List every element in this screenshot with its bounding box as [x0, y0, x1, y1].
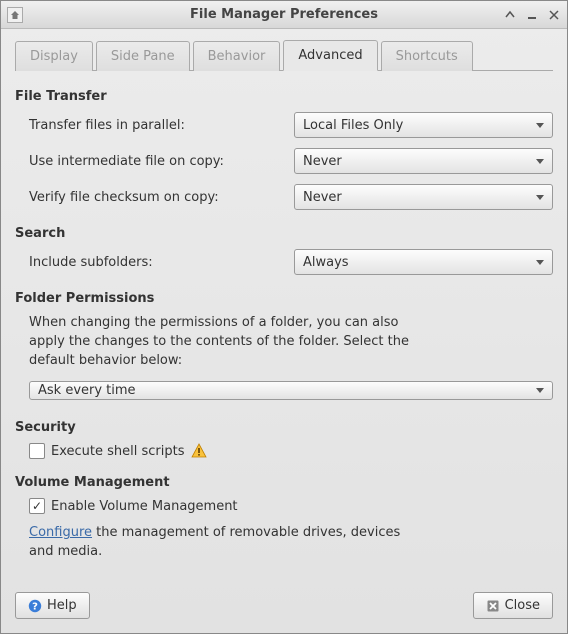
- titlebar: File Manager Preferences: [1, 1, 567, 29]
- label-parallel: Transfer files in parallel:: [29, 118, 294, 133]
- label-exec-scripts: Execute shell scripts: [51, 444, 185, 459]
- section-folder-permissions: Folder Permissions: [15, 291, 553, 306]
- dropdown-intermediate-value: Never: [303, 154, 342, 169]
- help-label: Help: [47, 598, 77, 613]
- checkbox-exec-scripts[interactable]: [29, 443, 45, 459]
- help-button[interactable]: ? Help: [15, 592, 90, 619]
- dropdown-checksum[interactable]: Never: [294, 184, 553, 210]
- close-btn-icon: [486, 599, 500, 613]
- section-security: Security: [15, 420, 553, 435]
- folder-permissions-desc: When changing the permissions of a folde…: [29, 314, 429, 371]
- dropdown-folder-permissions-value: Ask every time: [38, 383, 136, 398]
- content-area: Display Side Pane Behavior Advanced Shor…: [1, 29, 567, 582]
- label-enable-volume: Enable Volume Management: [51, 499, 238, 514]
- rollup-icon[interactable]: [503, 8, 517, 22]
- window-title: File Manager Preferences: [1, 7, 567, 22]
- volume-configure-text: Configure the management of removable dr…: [29, 524, 409, 562]
- window: File Manager Preferences Display Side Pa…: [0, 0, 568, 634]
- chevron-down-icon: [536, 123, 544, 128]
- close-icon[interactable]: [547, 8, 561, 22]
- tab-behavior[interactable]: Behavior: [193, 41, 281, 71]
- close-label: Close: [505, 598, 540, 613]
- dropdown-subfolders-value: Always: [303, 255, 349, 270]
- row-enable-volume: Enable Volume Management: [29, 498, 553, 514]
- label-checksum: Verify file checksum on copy:: [29, 190, 294, 205]
- chevron-down-icon: [536, 195, 544, 200]
- row-checksum: Verify file checksum on copy: Never: [29, 184, 553, 210]
- row-parallel: Transfer files in parallel: Local Files …: [29, 112, 553, 138]
- dropdown-parallel[interactable]: Local Files Only: [294, 112, 553, 138]
- minimize-icon[interactable]: [525, 8, 539, 22]
- dropdown-intermediate[interactable]: Never: [294, 148, 553, 174]
- tab-shortcuts[interactable]: Shortcuts: [381, 41, 473, 71]
- label-intermediate: Use intermediate file on copy:: [29, 154, 294, 169]
- tab-display[interactable]: Display: [15, 41, 93, 71]
- svg-text:?: ?: [32, 601, 38, 612]
- chevron-down-icon: [536, 388, 544, 393]
- section-file-transfer: File Transfer: [15, 89, 553, 104]
- row-subfolders: Include subfolders: Always: [29, 249, 553, 275]
- section-search: Search: [15, 226, 553, 241]
- dropdown-checksum-value: Never: [303, 190, 342, 205]
- label-subfolders: Include subfolders:: [29, 255, 294, 270]
- chevron-down-icon: [536, 260, 544, 265]
- checkbox-enable-volume[interactable]: [29, 498, 45, 514]
- dropdown-parallel-value: Local Files Only: [303, 118, 403, 133]
- tab-bar: Display Side Pane Behavior Advanced Shor…: [15, 39, 553, 71]
- warning-icon: [191, 443, 207, 459]
- tab-advanced[interactable]: Advanced: [283, 40, 377, 71]
- configure-link[interactable]: Configure: [29, 525, 92, 540]
- row-intermediate: Use intermediate file on copy: Never: [29, 148, 553, 174]
- section-volume: Volume Management: [15, 475, 553, 490]
- chevron-down-icon: [536, 159, 544, 164]
- footer: ? Help Close: [1, 582, 567, 633]
- home-icon[interactable]: [7, 7, 23, 23]
- dropdown-folder-permissions[interactable]: Ask every time: [29, 381, 553, 401]
- row-exec-scripts: Execute shell scripts: [29, 443, 553, 459]
- help-icon: ?: [28, 599, 42, 613]
- close-button[interactable]: Close: [473, 592, 553, 619]
- tab-side-pane[interactable]: Side Pane: [96, 41, 190, 71]
- dropdown-subfolders[interactable]: Always: [294, 249, 553, 275]
- window-controls: [503, 8, 561, 22]
